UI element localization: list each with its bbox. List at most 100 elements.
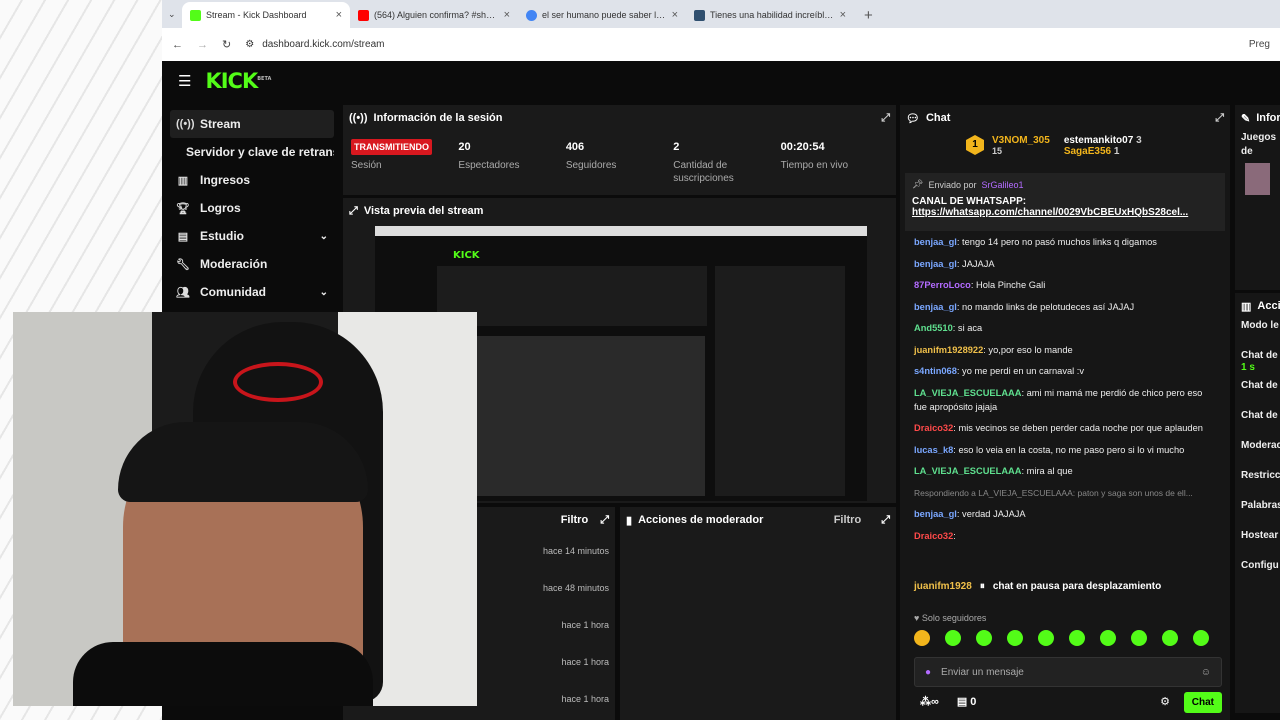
expand-icon[interactable]: ⤢ bbox=[881, 112, 890, 125]
chat-message[interactable]: benjaa_gl: verdad JAJAJA bbox=[914, 507, 1216, 521]
kick-logo[interactable]: KICKBETA bbox=[205, 69, 271, 93]
chat-message[interactable]: And5510: si aca bbox=[914, 321, 1216, 335]
settings-gear-icon[interactable]: ⚙ bbox=[1160, 695, 1170, 708]
chat-message[interactable]: LA_VIEJA_ESCUELAAA: mira al que bbox=[914, 464, 1216, 478]
chat-message[interactable]: benjaa_gl: no mando links de pelotudeces… bbox=[914, 300, 1216, 314]
pinned-message[interactable]: 📌︎ Enviado por SrGalileo1 CANAL DE WHATSAP… bbox=[905, 173, 1225, 231]
chat-username[interactable]: benjaa_gl bbox=[914, 237, 957, 247]
emote-icon[interactable] bbox=[1100, 630, 1116, 646]
chat-username[interactable]: lucas_k8 bbox=[914, 445, 953, 455]
preview-panel-box bbox=[437, 266, 707, 326]
tab-menu-button[interactable]: ⌄ bbox=[168, 9, 182, 20]
emote-icon[interactable] bbox=[1069, 630, 1085, 646]
chat-username[interactable]: juanifm1928922 bbox=[914, 345, 983, 355]
chat-username[interactable]: 87PerroLoco bbox=[914, 280, 971, 290]
expand-icon[interactable]: ⤢ bbox=[600, 514, 609, 527]
reload-icon[interactable]: ↻ bbox=[222, 38, 231, 51]
emoji-icon[interactable]: ☺ bbox=[1201, 667, 1211, 678]
sidebar-item-moderacion[interactable]: 🔧︎ Moderación bbox=[170, 250, 334, 278]
action-item[interactable]: Restricc bbox=[1235, 469, 1280, 499]
filter-button[interactable]: Filtro bbox=[834, 514, 862, 526]
trophy-icon: 🏆︎ bbox=[176, 202, 190, 215]
close-icon[interactable]: × bbox=[504, 9, 510, 21]
action-item[interactable]: Chat de bbox=[1235, 379, 1280, 409]
address-bar[interactable]: ⚙ dashboard.kick.com/stream bbox=[245, 39, 1235, 50]
new-tab-icon[interactable]: + bbox=[854, 7, 883, 28]
chat-message[interactable]: benjaa_gl: JAJAJA bbox=[914, 257, 1216, 271]
store-icon[interactable]: ▤ 0 bbox=[957, 695, 977, 708]
chat-username[interactable]: LA_VIEJA_ESCUELAAA bbox=[914, 388, 1021, 398]
infinity-icon[interactable]: ⁂∞ bbox=[920, 695, 939, 708]
sidebar-item-stream[interactable]: ((•)) Stream bbox=[170, 110, 334, 138]
browser-tab[interactable]: el ser humano puede saber la ti × bbox=[518, 2, 686, 28]
browser-tab[interactable]: Stream - Kick Dashboard × bbox=[182, 2, 350, 28]
close-icon[interactable]: × bbox=[672, 9, 678, 21]
chat-message[interactable]: Draico32: bbox=[914, 529, 1216, 543]
followers-only: ♥ Solo seguidores bbox=[914, 613, 986, 623]
wrench-icon: 🔧︎ bbox=[176, 258, 190, 271]
browser-tab[interactable]: Tienes una habilidad increíble c × bbox=[686, 2, 854, 28]
stat-label: Espectadores bbox=[458, 160, 520, 171]
action-item[interactable]: Chat de bbox=[1235, 409, 1280, 439]
chat-username[interactable]: Draico32 bbox=[914, 423, 953, 433]
browser-tab[interactable]: (564) Alguien confirma? #shorts × bbox=[350, 2, 518, 28]
sidebar-item-estudio[interactable]: ▤ Estudio ⌄ bbox=[170, 222, 334, 250]
emote-icon[interactable] bbox=[914, 630, 930, 646]
chat-message[interactable]: Respondiendo a LA_VIEJA_ESCUELAAA: paton… bbox=[914, 486, 1216, 500]
tab-title: el ser humano puede saber la ti bbox=[542, 10, 667, 20]
game-thumbnail[interactable] bbox=[1245, 163, 1270, 195]
chat-username[interactable]: benjaa_gl bbox=[914, 509, 957, 519]
chat-message[interactable]: juanifm1928922: yo,por eso lo mande bbox=[914, 343, 1216, 357]
chat-message[interactable]: LA_VIEJA_ESCUELAAA: ami mi mamá me perdi… bbox=[914, 386, 1216, 414]
hamburger-menu-icon[interactable]: ☰ bbox=[178, 72, 191, 90]
chat-send-button[interactable]: Chat bbox=[1183, 692, 1222, 713]
chat-message[interactable]: 87PerroLoco: Hola Pinche Gali bbox=[914, 278, 1216, 292]
chat-username[interactable]: And5510 bbox=[914, 323, 953, 333]
chat-message[interactable]: s4ntin068: yo me perdi en un carnaval :v bbox=[914, 364, 1216, 378]
info-panel: ✎ Infor Juegos de esta bbox=[1235, 105, 1280, 290]
chat-footer: ♥ Solo seguidores ● Enviar un mensaje ☺ ⁂∞… bbox=[900, 610, 1230, 720]
back-icon[interactable]: ← bbox=[172, 39, 183, 51]
google-favicon-icon bbox=[526, 9, 537, 21]
action-item[interactable]: Modo le bbox=[1235, 319, 1280, 349]
chat-input[interactable]: ● Enviar un mensaje ☺ bbox=[914, 657, 1222, 687]
chat-username[interactable]: benjaa_gl bbox=[914, 259, 957, 269]
sidebar-item-ingresos[interactable]: ▥ Ingresos bbox=[170, 166, 334, 194]
emote-icon[interactable] bbox=[1193, 630, 1209, 646]
filter-button[interactable]: Filtro bbox=[561, 514, 589, 526]
chat-message[interactable]: Draico32: mis vecinos se deben perder ca… bbox=[914, 421, 1216, 435]
sidebar-label: Moderación bbox=[200, 257, 268, 271]
chat-username[interactable]: benjaa_gl bbox=[914, 302, 957, 312]
sidebar-item-logros[interactable]: 🏆︎ Logros bbox=[170, 194, 334, 222]
stat-label: Seguidores bbox=[565, 160, 617, 171]
action-item[interactable]: Palabras bbox=[1235, 499, 1280, 529]
chat-message[interactable]: lucas_k8: eso lo veia en la costa, no me… bbox=[914, 443, 1216, 457]
forward-icon[interactable]: → bbox=[197, 39, 208, 51]
expand-icon[interactable]: ⤢ bbox=[881, 514, 890, 527]
emote-icon[interactable] bbox=[1038, 630, 1054, 646]
tab-title: Tienes una habilidad increíble c bbox=[710, 10, 835, 20]
action-item[interactable]: Moderac bbox=[1235, 439, 1280, 469]
emote-icon[interactable] bbox=[945, 630, 961, 646]
emote-icon[interactable] bbox=[976, 630, 992, 646]
chat-username[interactable]: Draico32 bbox=[914, 531, 953, 541]
emote-icon[interactable] bbox=[1131, 630, 1147, 646]
action-item[interactable]: Hostear bbox=[1235, 529, 1280, 559]
sidebar-item-server[interactable]: Servidor y clave de retransmisión bbox=[170, 138, 334, 166]
chat-username[interactable]: LA_VIEJA_ESCUELAAA bbox=[914, 466, 1021, 476]
paused-text: chat en pausa para desplazamiento bbox=[992, 581, 1162, 592]
emote-icon[interactable] bbox=[1007, 630, 1023, 646]
panel-title: Vista previa del stream bbox=[363, 205, 484, 217]
action-item[interactable]: Configu bbox=[1235, 559, 1280, 589]
chat-message[interactable]: benjaa_gl: tengo 14 pero no pasó muchos … bbox=[914, 235, 1216, 249]
sidebar-item-comunidad[interactable]: 👥︎ Comunidad ⌄ bbox=[170, 278, 334, 306]
expand-icon[interactable]: ⤢ bbox=[1215, 112, 1224, 125]
chat-username[interactable]: s4ntin068 bbox=[914, 366, 957, 376]
close-icon[interactable]: × bbox=[840, 9, 846, 21]
paused-banner[interactable]: juanifm1928 ⏸ chat en pausa para desplazam… bbox=[914, 581, 1161, 592]
emote-icon[interactable] bbox=[1162, 630, 1178, 646]
pinned-link[interactable]: https://whatsapp.com/channel/0029VbCBEUx… bbox=[912, 207, 1202, 218]
close-icon[interactable]: × bbox=[336, 9, 342, 21]
extension-button[interactable]: Preg bbox=[1249, 39, 1270, 50]
leader-name: estemankito07 bbox=[1063, 135, 1134, 146]
